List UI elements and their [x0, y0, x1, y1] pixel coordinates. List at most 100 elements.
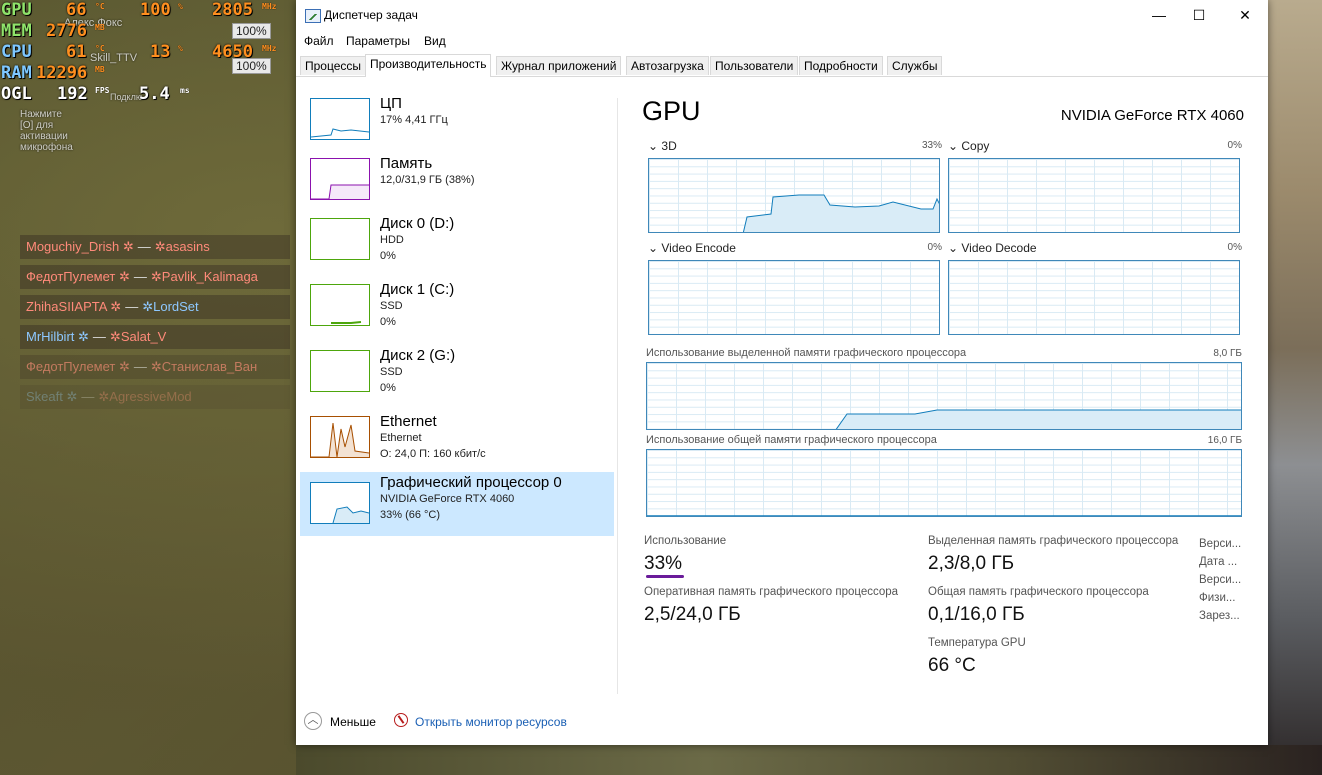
team-emblem-icon: ✲: [109, 329, 121, 344]
tab-processes[interactable]: Процессы: [300, 56, 367, 75]
volume-indicator-2: 100%: [232, 58, 271, 74]
graph-dedicated-memory: [646, 362, 1242, 430]
killfeed-killer: MrHilbirt: [26, 329, 75, 344]
usage-value: 33%: [644, 553, 683, 574]
sidebar-item-memory[interactable]: Память 12,0/31,9 ГБ (38%): [300, 153, 614, 217]
osd-mem-row: MEM Алекс Фокс 2776 MB 100%: [0, 17, 290, 42]
sidebar-item-ethernet[interactable]: Ethernet Ethernet О: 24,0 П: 160 кбит/с: [300, 411, 614, 475]
team-emblem-icon: ✲: [115, 269, 130, 284]
tab-details[interactable]: Подробности: [799, 56, 883, 75]
task-manager-window[interactable]: Диспетчер задач — ☐ ✕ Файл Параметры Вид…: [296, 0, 1268, 745]
volume-indicator-1: 100%: [232, 23, 271, 39]
osd-ogl-label: OGL: [1, 84, 32, 104]
sidebar-item-disk-2[interactable]: Диск 2 (G:) SSD 0%: [300, 345, 614, 409]
chevron-down-icon: ⌄: [948, 241, 962, 255]
gpu-model-name: NVIDIA GeForce RTX 4060: [1060, 107, 1244, 124]
team-emblem-icon: ✲: [74, 329, 89, 344]
engine-name-3d: 3D: [661, 139, 677, 153]
usage-label: Использование: [644, 535, 727, 547]
tab-services[interactable]: Службы: [887, 56, 943, 75]
osd-gpu-clock-unit: MHz: [262, 2, 277, 11]
killfeed-killer: ФедотПулемет: [26, 359, 116, 374]
osd-gpu-row: GPU 66 °C 100 % 2805 MHz: [0, 0, 290, 21]
mic-hint: Нажмите [O] для активации микрофона: [20, 109, 73, 153]
title-bar[interactable]: Диспетчер задач — ☐ ✕: [296, 0, 1268, 31]
footer-bar: ︿ Меньше Открыть монитор ресурсов: [296, 704, 1268, 740]
engine-label-video-decode[interactable]: ⌄ Video Decode: [948, 241, 1037, 255]
killfeed-victim: Salat_V: [120, 329, 167, 344]
tab-performance[interactable]: Производительность: [365, 54, 492, 77]
sidebar-item-secondary: 0%: [380, 316, 396, 328]
killfeed-killer: Moguchiy_Drish: [26, 239, 120, 254]
team-emblem-icon: ✲: [150, 269, 162, 284]
sidebar-thumbnail-graph: [310, 482, 370, 524]
osd-gpu-label: GPU: [1, 0, 32, 20]
sidebar-item-secondary: 33% (66 °C): [380, 509, 441, 521]
graph-copy: [948, 158, 1240, 233]
engine-name-video-decode: Video Decode: [961, 241, 1037, 255]
sidebar-item-disk-0[interactable]: Диск 0 (D:) HDD 0%: [300, 213, 614, 277]
killfeed-victim: Станислав_Ван: [161, 359, 258, 374]
menu-options[interactable]: Параметры: [346, 34, 410, 48]
team-emblem-icon: ✲: [115, 359, 130, 374]
sidebar-item-title: Диск 1 (C:): [380, 281, 455, 298]
tab-startup[interactable]: Автозагрузка: [626, 56, 709, 75]
sidebar-item-detail: SSD: [380, 300, 403, 312]
shared-memory-label: Общая память графического процессора: [928, 586, 1149, 598]
window-title: Диспетчер задач: [324, 8, 418, 22]
killfeed-victim: LordSet: [153, 299, 199, 314]
engine-label-copy[interactable]: ⌄ Copy: [948, 139, 989, 153]
chevron-down-icon: ⌄: [648, 139, 662, 153]
graph-shared-memory-line: [647, 515, 1241, 516]
sidebar-item-gpu-0[interactable]: Графический процессор 0 NVIDIA GeForce RT…: [300, 472, 614, 536]
osd-cpu-load: 13: [150, 42, 171, 62]
close-button[interactable]: ✕: [1222, 0, 1268, 31]
osd-frametime: 5.4: [139, 84, 170, 104]
chevron-down-icon: ⌄: [648, 241, 662, 255]
chevron-up-icon[interactable]: ︿: [304, 712, 322, 730]
sidebar-item-secondary: 0%: [380, 250, 396, 262]
killfeed-separator: —: [133, 359, 147, 374]
dedicated-memory-max: 8,0 ГБ: [1213, 348, 1242, 359]
sidebar-item-detail: NVIDIA GeForce RTX 4060: [380, 493, 515, 505]
game-background-bottom: [296, 745, 1322, 775]
killfeed-killer: ZhihaSIIAPTA: [26, 299, 107, 314]
osd-fps-unit: FPS: [95, 86, 110, 95]
osd-ram-label: RAM: [1, 63, 32, 83]
engine-label-video-encode[interactable]: ⌄ Video Encode: [648, 241, 736, 255]
killfeed-separator: —: [125, 299, 139, 314]
sidebar-item-disk-1[interactable]: Диск 1 (C:) SSD 0%: [300, 279, 614, 343]
graph-dedicated-memory-line: [835, 409, 1241, 429]
maximize-button[interactable]: ☐: [1176, 0, 1222, 31]
osd-ram-row: RAM 12296 MB 100%: [0, 58, 290, 84]
killfeed-victim: Pavlik_Kalimaga: [161, 269, 258, 284]
sidebar-thumbnail-graph: [310, 218, 370, 260]
menu-file[interactable]: Файл: [304, 34, 334, 48]
pane-divider[interactable]: [617, 98, 618, 694]
open-resource-monitor-link[interactable]: Открыть монитор ресурсов: [415, 715, 567, 729]
sidebar-item-detail: 17% 4,41 ГГц: [380, 114, 448, 126]
sidebar-item-title: Диск 0 (D:): [380, 215, 455, 232]
tab-app-history[interactable]: Журнал приложений: [496, 56, 622, 75]
killfeed-victim: asasins: [165, 239, 210, 254]
menu-view[interactable]: Вид: [424, 34, 446, 48]
killfeed-killer: Skeaft: [26, 389, 63, 404]
physical-location-label: Физи...: [1199, 592, 1236, 604]
osd-cpu-label: CPU: [1, 42, 32, 62]
engine-name-copy: Copy: [961, 139, 990, 153]
tab-users[interactable]: Пользователи: [710, 56, 799, 75]
sidebar-item-cpu[interactable]: ЦП 17% 4,41 ГГц: [300, 93, 614, 157]
osd-ogl-row: OGL Подклю 192 FPS 5.4 ms: [0, 84, 290, 105]
task-manager-icon: [305, 9, 321, 23]
engine-label-3d[interactable]: ⌄ 3D: [648, 139, 677, 153]
killfeed-victim: AgressiveMod: [109, 389, 192, 404]
usage-underline: [646, 575, 684, 578]
overlay-connect-text: Подклю: [110, 92, 143, 102]
sidebar-item-detail: 12,0/31,9 ГБ (38%): [380, 174, 475, 186]
shared-memory-value: 0,1/16,0 ГБ: [928, 604, 1025, 625]
killfeed-row: Skeaft ✲ — ✲AgressiveMod: [20, 385, 290, 409]
sidebar-item-title: Диск 2 (G:): [380, 347, 456, 364]
osd-gpu-load-unit: %: [178, 2, 183, 11]
fewer-details-button[interactable]: Меньше: [330, 715, 376, 729]
osd-cpu-temp: 61: [66, 42, 87, 62]
